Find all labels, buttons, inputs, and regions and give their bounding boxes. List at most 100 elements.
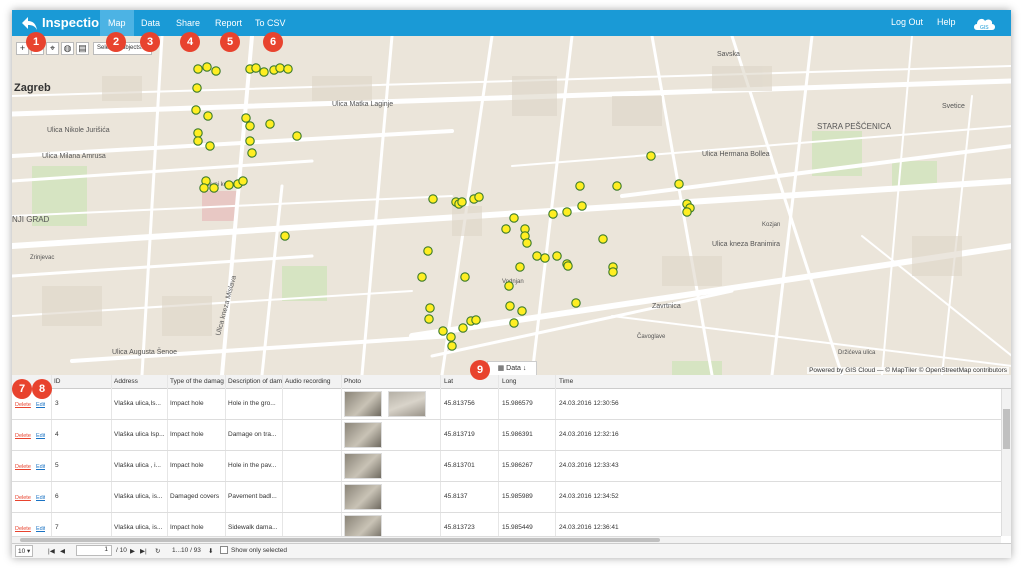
map-view[interactable]: Zagreb Ulica Nikole Jurišića Ulica Milan… (12, 36, 1011, 375)
scroll-thumb[interactable] (1003, 409, 1010, 449)
inspection-point-marker[interactable] (247, 148, 257, 158)
inspection-point-marker[interactable] (245, 136, 255, 146)
inspection-point-marker[interactable] (251, 63, 261, 73)
col-audio[interactable]: Audio recording (285, 378, 341, 385)
inspection-point-marker[interactable] (193, 128, 203, 138)
inspection-point-marker[interactable] (417, 272, 427, 282)
inspection-point-marker[interactable] (474, 192, 484, 202)
delete-link[interactable]: Delete (15, 495, 31, 501)
inspection-point-marker[interactable] (563, 261, 573, 271)
inspection-point-marker[interactable] (552, 251, 562, 261)
inspection-point-marker[interactable] (424, 314, 434, 324)
inspection-point-marker[interactable] (458, 323, 468, 333)
col-photo[interactable]: Photo (344, 378, 361, 385)
col-description[interactable]: Description of damage (228, 378, 282, 385)
inspection-point-marker[interactable] (505, 301, 515, 311)
back-arrow-icon[interactable] (20, 14, 38, 32)
col-time[interactable]: Time (559, 378, 573, 385)
inspection-point-marker[interactable] (532, 251, 542, 261)
inspection-point-marker[interactable] (575, 181, 585, 191)
col-lat[interactable]: Lat (444, 378, 453, 385)
inspection-point-marker[interactable] (238, 176, 248, 186)
delete-link[interactable]: Delete (15, 526, 31, 532)
edit-link[interactable]: Edit (36, 402, 45, 408)
inspection-point-marker[interactable] (199, 183, 209, 193)
inspection-point-marker[interactable] (460, 272, 470, 282)
inspection-point-marker[interactable] (504, 281, 514, 291)
inspection-point-marker[interactable] (211, 66, 221, 76)
show-selected-checkbox[interactable] (220, 546, 228, 554)
download-icon[interactable]: ⬇ (208, 547, 213, 555)
inspection-point-marker[interactable] (682, 207, 692, 217)
inspection-point-marker[interactable] (608, 267, 618, 277)
edit-link[interactable]: Edit (36, 526, 45, 532)
map-canvas[interactable]: Zagreb Ulica Nikole Jurišića Ulica Milan… (12, 36, 1011, 375)
inspection-point-marker[interactable] (202, 62, 212, 72)
edit-link[interactable]: Edit (36, 495, 45, 501)
inspection-point-marker[interactable] (205, 141, 215, 151)
inspection-point-marker[interactable] (509, 213, 519, 223)
grid-horizontal-scrollbar[interactable] (12, 536, 1001, 543)
inspection-point-marker[interactable] (423, 246, 433, 256)
delete-link[interactable]: Delete (15, 433, 31, 439)
table-row[interactable]: Delete Edit 3 Vlaška ulica,Is... Impact hole… (12, 389, 1001, 420)
last-page-icon[interactable]: ▶| (140, 547, 147, 555)
inspection-point-marker[interactable] (571, 298, 581, 308)
col-type[interactable]: Type of the damage (170, 378, 224, 385)
photo-thumbnail[interactable] (344, 453, 382, 479)
inspection-point-marker[interactable] (646, 151, 656, 161)
inspection-point-marker[interactable] (515, 262, 525, 272)
scroll-thumb[interactable] (20, 538, 660, 542)
inspection-point-marker[interactable] (509, 318, 519, 328)
next-page-icon[interactable]: ▶ (130, 547, 135, 555)
col-id[interactable]: ID (54, 378, 61, 385)
inspection-point-marker[interactable] (577, 201, 587, 211)
inspection-point-marker[interactable] (193, 64, 203, 74)
help-link[interactable]: Help (937, 17, 956, 27)
photo-thumbnail[interactable] (344, 422, 382, 448)
edit-link[interactable]: Edit (36, 464, 45, 470)
inspection-point-marker[interactable] (471, 315, 481, 325)
inspection-point-marker[interactable] (562, 207, 572, 217)
col-address[interactable]: Address (114, 378, 164, 385)
print-icon[interactable]: ▤ (76, 41, 89, 55)
inspection-point-marker[interactable] (598, 234, 608, 244)
locate-icon[interactable]: ⌖ (46, 41, 59, 55)
inspection-point-marker[interactable] (522, 238, 532, 248)
inspection-point-marker[interactable] (283, 64, 293, 74)
delete-link[interactable]: Delete (15, 402, 31, 408)
photo-thumbnail[interactable] (388, 391, 426, 417)
inspection-point-marker[interactable] (425, 303, 435, 313)
inspection-point-marker[interactable] (446, 332, 456, 342)
inspection-point-marker[interactable] (203, 111, 213, 121)
col-long[interactable]: Long (502, 378, 516, 385)
photo-thumbnail[interactable] (344, 484, 382, 510)
inspection-point-marker[interactable] (428, 194, 438, 204)
inspection-point-marker[interactable] (292, 131, 302, 141)
inspection-point-marker[interactable] (209, 183, 219, 193)
inspection-point-marker[interactable] (241, 113, 251, 123)
grid-vertical-scrollbar[interactable] (1001, 389, 1011, 536)
inspection-point-marker[interactable] (548, 209, 558, 219)
inspection-point-marker[interactable] (193, 136, 203, 146)
logout-link[interactable]: Log Out (891, 17, 923, 27)
inspection-point-marker[interactable] (245, 121, 255, 131)
inspection-point-marker[interactable] (224, 180, 234, 190)
inspection-point-marker[interactable] (457, 197, 467, 207)
prev-page-icon[interactable]: ◀ (60, 547, 65, 555)
inspection-point-marker[interactable] (517, 306, 527, 316)
inspection-point-marker[interactable] (612, 181, 622, 191)
inspection-point-marker[interactable] (280, 231, 290, 241)
inspection-point-marker[interactable] (192, 83, 202, 93)
page-input[interactable]: 1 (76, 545, 112, 556)
inspection-point-marker[interactable] (265, 119, 275, 129)
data-panel-toggle[interactable]: ▦ Data ↓ (487, 361, 537, 375)
page-size-select[interactable]: 10 ▾ (15, 545, 34, 557)
first-page-icon[interactable]: |◀ (48, 547, 55, 555)
refresh-icon[interactable]: ↻ (155, 547, 160, 555)
table-row[interactable]: Delete Edit 5 Vlaška ulica , i... Impact hol… (12, 451, 1001, 482)
inspection-point-marker[interactable] (275, 63, 285, 73)
inspection-point-marker[interactable] (191, 105, 201, 115)
inspection-point-marker[interactable] (259, 67, 269, 77)
inspection-point-marker[interactable] (447, 341, 457, 351)
